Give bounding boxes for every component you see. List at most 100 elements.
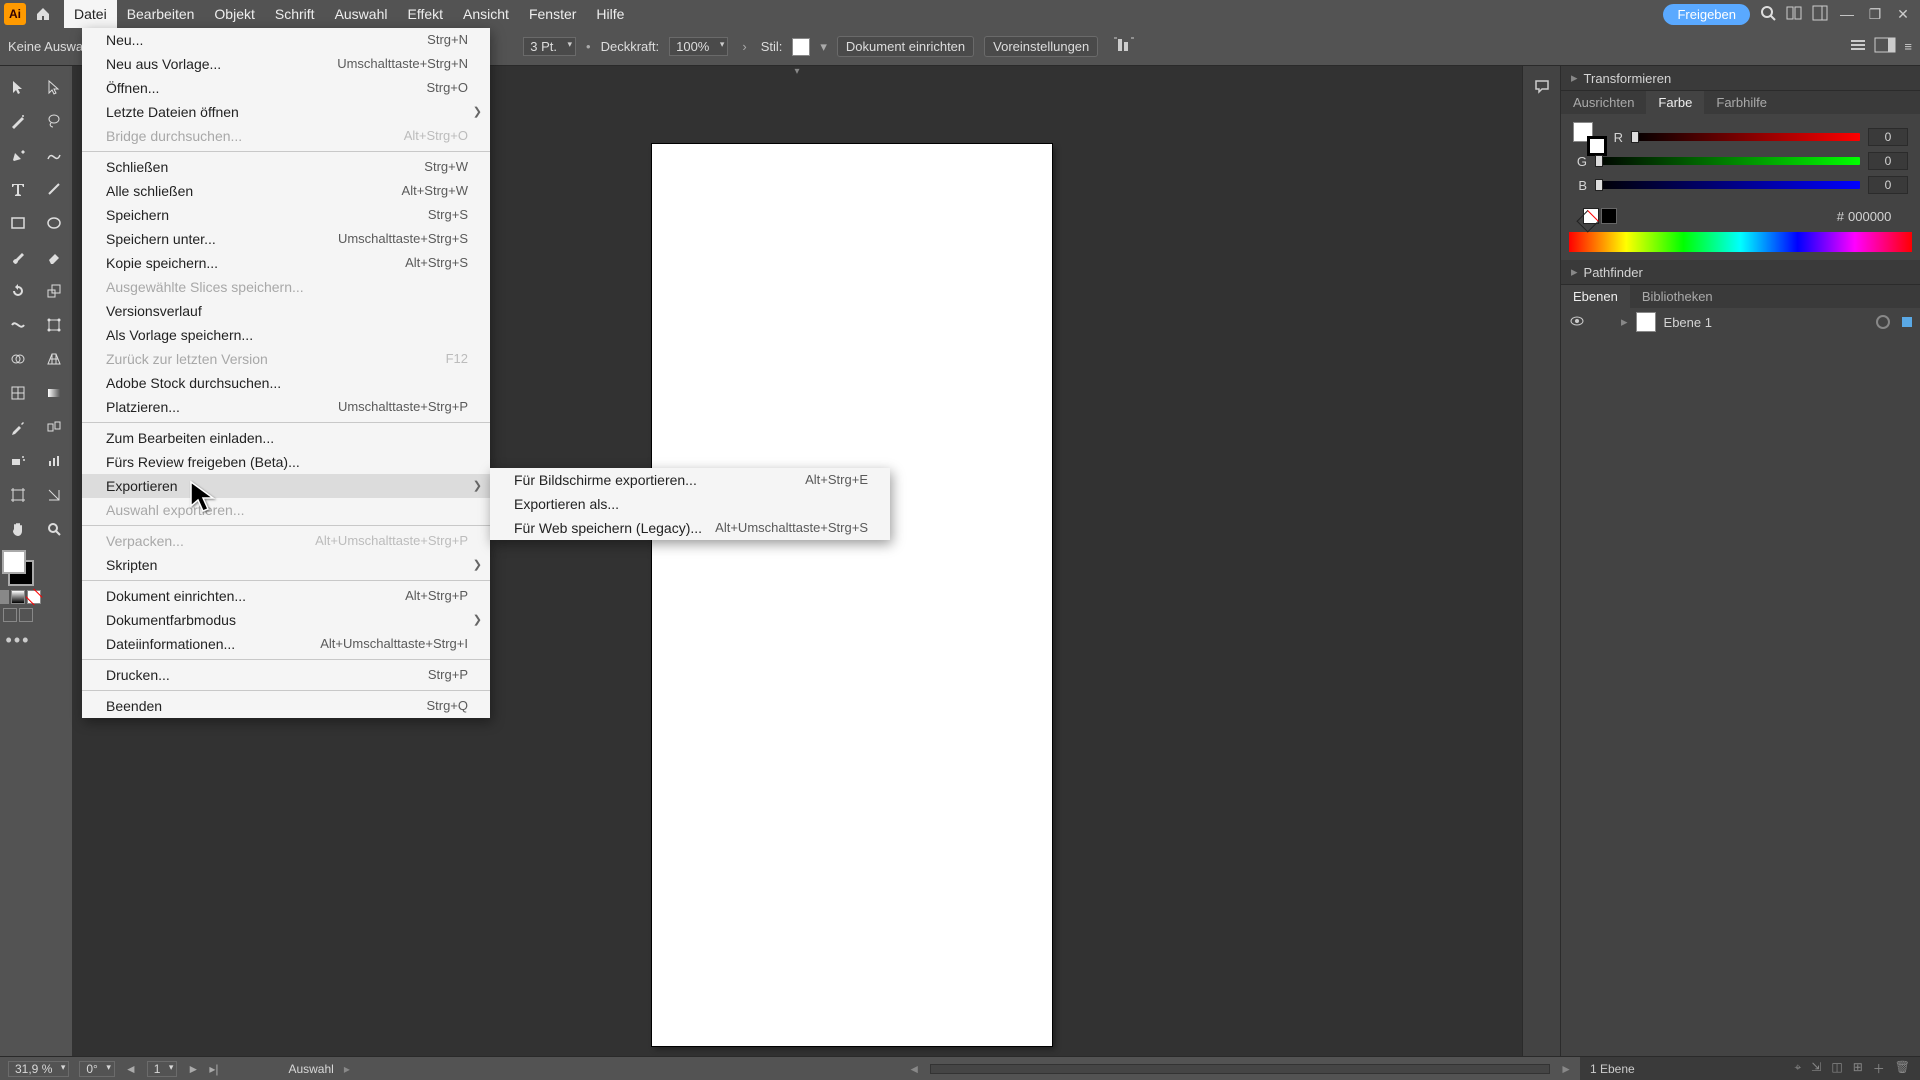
menu-item[interactable]: Als Vorlage speichern... [82, 323, 490, 347]
r-slider[interactable] [1631, 133, 1860, 141]
ellipse-tool-icon[interactable] [39, 208, 69, 238]
rotate-tool-icon[interactable] [3, 276, 33, 306]
menu-item[interactable]: SpeichernStrg+S [82, 203, 490, 227]
hand-tool-icon[interactable] [3, 514, 33, 544]
curvature-tool-icon[interactable] [39, 140, 69, 170]
delete-layer-icon[interactable]: 🗑 [1895, 1060, 1910, 1077]
color-mode-toggles[interactable] [0, 590, 41, 604]
opacity-dropdown[interactable]: 100% [669, 37, 728, 56]
submenu-item[interactable]: Für Web speichern (Legacy)...Alt+Umschal… [490, 516, 890, 540]
search-icon[interactable] [1760, 5, 1776, 24]
fill-stroke-proxy[interactable] [2, 550, 34, 586]
panel-menu-icon[interactable]: ≡ [1904, 39, 1912, 54]
b-value[interactable]: 0 [1868, 176, 1908, 194]
b-slider[interactable] [1595, 181, 1860, 189]
submenu-item[interactable]: Exportieren als... [490, 492, 890, 516]
locate-layer-icon[interactable]: ⌖ [1795, 1060, 1802, 1077]
window-minimize-icon[interactable]: — [1838, 5, 1856, 23]
lasso-tool-icon[interactable] [39, 106, 69, 136]
menu-item[interactable]: Speichern unter...Umschalttaste+Strg+S [82, 227, 490, 251]
menu-item[interactable]: Adobe Stock durchsuchen... [82, 371, 490, 395]
column-graph-tool-icon[interactable] [39, 446, 69, 476]
mesh-tool-icon[interactable] [3, 378, 33, 408]
horizontal-scrollbar[interactable] [930, 1064, 1550, 1074]
g-slider[interactable] [1595, 157, 1860, 165]
scale-tool-icon[interactable] [39, 276, 69, 306]
pathfinder-panel-header[interactable]: ▸ Pathfinder [1561, 260, 1920, 285]
free-transform-tool-icon[interactable] [39, 310, 69, 340]
menu-item[interactable]: Platzieren...Umschalttaste+Strg+P [82, 395, 490, 419]
shape-builder-tool-icon[interactable] [3, 344, 33, 374]
align-to-icon[interactable] [1114, 37, 1134, 56]
tab-ebenen[interactable]: Ebenen [1561, 285, 1630, 308]
color-proxy-swatches[interactable] [1573, 122, 1601, 150]
menu-auswahl[interactable]: Auswahl [325, 0, 398, 28]
style-swatch[interactable] [792, 38, 810, 56]
menu-datei[interactable]: Datei [64, 0, 117, 28]
visibility-eye-icon[interactable] [1569, 313, 1587, 331]
type-tool-icon[interactable] [3, 174, 33, 204]
artboard[interactable] [652, 144, 1052, 1046]
magic-wand-tool-icon[interactable] [3, 106, 33, 136]
make-clipping-mask-icon[interactable]: ◫ [1831, 1060, 1842, 1077]
menu-effekt[interactable]: Effekt [397, 0, 453, 28]
artboard-nav-dropdown[interactable]: 1 [147, 1061, 178, 1077]
menu-item[interactable]: BeendenStrg+Q [82, 694, 490, 718]
comments-panel-icon[interactable] [1529, 74, 1555, 98]
submenu-item[interactable]: Für Bildschirme exportieren...Alt+Strg+E [490, 468, 890, 492]
collect-export-icon[interactable]: ⇲ [1811, 1060, 1821, 1077]
menu-item[interactable]: Dateiinformationen...Alt+Umschalttaste+S… [82, 632, 490, 656]
screen-mode-toggles[interactable] [3, 608, 33, 622]
preferences-button[interactable]: Voreinstellungen [984, 36, 1098, 57]
menu-hilfe[interactable]: Hilfe [586, 0, 634, 28]
rectangle-tool-icon[interactable] [3, 208, 33, 238]
hex-value[interactable]: 000000 [1848, 209, 1908, 224]
panel-dock-icon[interactable] [1874, 37, 1896, 56]
none-bw-swatches[interactable] [1573, 208, 1617, 224]
layer-name[interactable]: Ebene 1 [1664, 315, 1712, 330]
menu-item[interactable]: Kopie speichern...Alt+Strg+S [82, 251, 490, 275]
slice-tool-icon[interactable] [39, 480, 69, 510]
menu-item[interactable]: Drucken...Strg+P [82, 663, 490, 687]
menu-item[interactable]: Dokumentfarbmodus❯ [82, 608, 490, 632]
menu-item[interactable]: Exportieren❯ [82, 474, 490, 498]
direct-selection-tool-icon[interactable] [39, 72, 69, 102]
color-spectrum[interactable] [1569, 232, 1912, 252]
pen-tool-icon[interactable] [3, 140, 33, 170]
eyedropper-tool-icon[interactable] [3, 412, 33, 442]
blend-tool-icon[interactable] [39, 412, 69, 442]
transform-panel-header[interactable]: ▸ Transformieren [1561, 66, 1920, 91]
document-setup-button[interactable]: Dokument einrichten [837, 36, 974, 57]
panel-toggle-icon[interactable] [1850, 37, 1866, 56]
zoom-dropdown[interactable]: 31,9 % [8, 1061, 69, 1077]
eraser-tool-icon[interactable] [39, 242, 69, 272]
menu-item[interactable]: Zum Bearbeiten einladen... [82, 426, 490, 450]
layer-target-icon[interactable] [1876, 315, 1890, 329]
menu-bearbeiten[interactable]: Bearbeiten [117, 0, 205, 28]
tool-overflow-icon[interactable]: ••• [6, 630, 31, 651]
paintbrush-tool-icon[interactable] [3, 242, 33, 272]
gradient-tool-icon[interactable] [39, 378, 69, 408]
artboard-tool-icon[interactable] [3, 480, 33, 510]
menu-item[interactable]: Dokument einrichten...Alt+Strg+P [82, 584, 490, 608]
line-segment-tool-icon[interactable] [39, 174, 69, 204]
width-tool-icon[interactable] [3, 310, 33, 340]
rotate-dropdown[interactable]: 0° [79, 1061, 114, 1077]
panel-collapse-arrow-icon[interactable]: ▾ [794, 66, 799, 77]
new-sublayer-icon[interactable]: ⊞ [1853, 1060, 1863, 1077]
menu-objekt[interactable]: Objekt [204, 0, 264, 28]
menu-fenster[interactable]: Fenster [519, 0, 586, 28]
workspace-icon[interactable] [1812, 5, 1828, 24]
tab-farbhilfe[interactable]: Farbhilfe [1704, 91, 1779, 114]
menu-schrift[interactable]: Schrift [265, 0, 325, 28]
zoom-tool-icon[interactable] [39, 514, 69, 544]
new-layer-icon[interactable]: ＋ [1873, 1060, 1885, 1077]
menu-item[interactable]: Neu...Strg+N [82, 28, 490, 52]
g-value[interactable]: 0 [1868, 152, 1908, 170]
arrange-icon[interactable] [1786, 5, 1802, 24]
perspective-grid-tool-icon[interactable] [39, 344, 69, 374]
tab-farbe[interactable]: Farbe [1646, 91, 1704, 114]
window-restore-icon[interactable]: ❐ [1866, 5, 1884, 23]
selection-tool-icon[interactable] [3, 72, 33, 102]
tab-bibliotheken[interactable]: Bibliotheken [1630, 285, 1725, 308]
